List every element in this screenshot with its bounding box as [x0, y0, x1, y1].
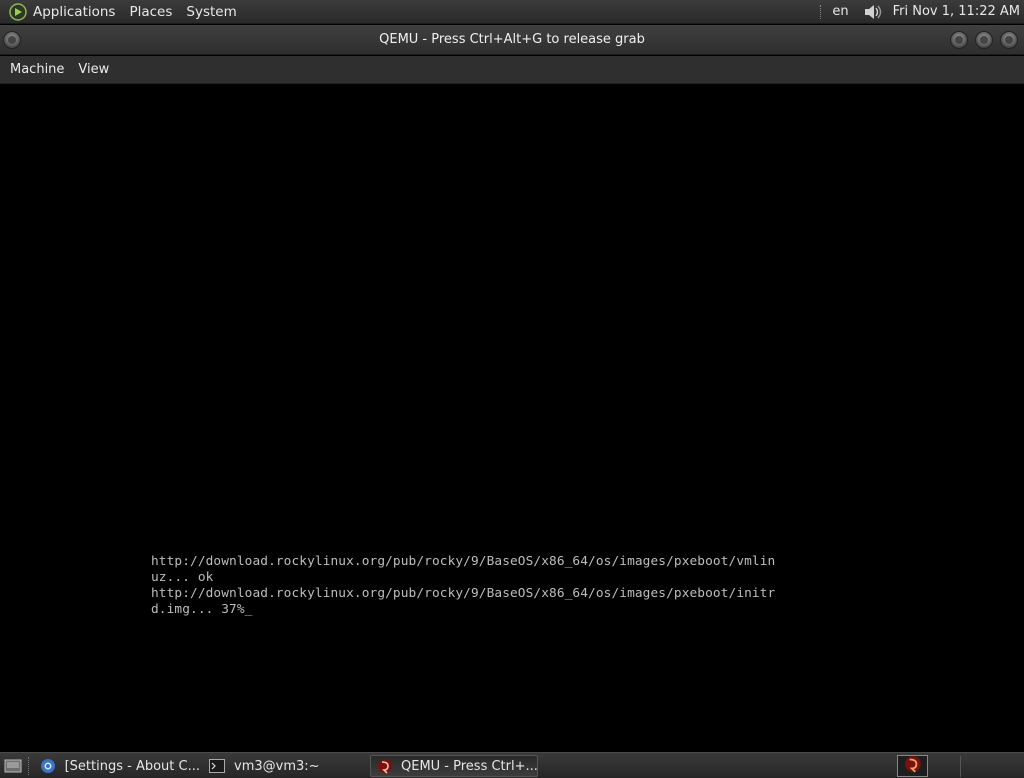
menu-machine[interactable]: Machine	[3, 62, 71, 77]
clock[interactable]: Fri Nov 1, 11:22 AM	[893, 4, 1020, 19]
show-desktop-icon[interactable]	[2, 756, 24, 776]
qemu-icon	[904, 755, 922, 777]
text-cursor: _	[244, 602, 253, 617]
maximize-button[interactable]	[975, 31, 993, 49]
vm-display[interactable]: http://download.rockylinux.org/pub/rocky…	[0, 84, 1024, 750]
taskbar-separator	[28, 757, 30, 775]
applications-menu[interactable]: Applications	[26, 0, 122, 23]
console-line: uz... ok	[151, 570, 214, 585]
task-label: vm3@vm3:~	[234, 758, 320, 774]
workspace-2[interactable]	[960, 756, 1022, 777]
qemu-menubar: Machine View	[0, 56, 1024, 84]
console-line: d.img... 37%_	[151, 602, 775, 618]
close-button[interactable]	[1000, 31, 1018, 49]
browser-icon	[40, 758, 57, 774]
window-title: QEMU - Press Ctrl+Alt+G to release grab	[379, 32, 645, 47]
minimize-button[interactable]	[950, 31, 968, 49]
task-label: [Settings - About C...	[64, 758, 200, 774]
menu-view[interactable]: View	[71, 62, 116, 77]
bottom-taskbar: [Settings - About C... vm3@vm3:~ QEMU - …	[0, 752, 1024, 778]
places-menu[interactable]: Places	[122, 0, 179, 23]
top-panel: Applications Places System en Fri Nov 1,…	[0, 0, 1024, 24]
console-line: http://download.rockylinux.org/pub/rocky…	[151, 554, 776, 569]
window-titlebar[interactable]: QEMU - Press Ctrl+Alt+G to release grab	[0, 25, 1024, 55]
task-qemu[interactable]: QEMU - Press Ctrl+...	[370, 755, 538, 777]
keyboard-layout-indicator[interactable]: en	[832, 4, 848, 19]
volume-icon[interactable]	[863, 2, 885, 22]
task-label: QEMU - Press Ctrl+...	[401, 758, 538, 774]
panel-tray: en Fri Nov 1, 11:22 AM	[820, 0, 1024, 23]
task-terminal[interactable]: vm3@vm3:~	[202, 755, 366, 777]
panel-separator	[820, 4, 822, 19]
console-line-text: d.img... 37%	[151, 602, 245, 617]
workspace-switcher[interactable]	[897, 755, 928, 777]
task-settings[interactable]: [Settings - About C...	[34, 755, 200, 777]
distro-logo-icon[interactable]	[8, 2, 28, 22]
console-line: http://download.rockylinux.org/pub/rocky…	[151, 586, 776, 601]
system-menu[interactable]: System	[179, 0, 243, 23]
qemu-icon	[377, 758, 393, 774]
panel-menus: Applications Places System	[0, 0, 244, 23]
boot-console: http://download.rockylinux.org/pub/rocky…	[151, 554, 775, 618]
terminal-icon	[208, 758, 226, 774]
